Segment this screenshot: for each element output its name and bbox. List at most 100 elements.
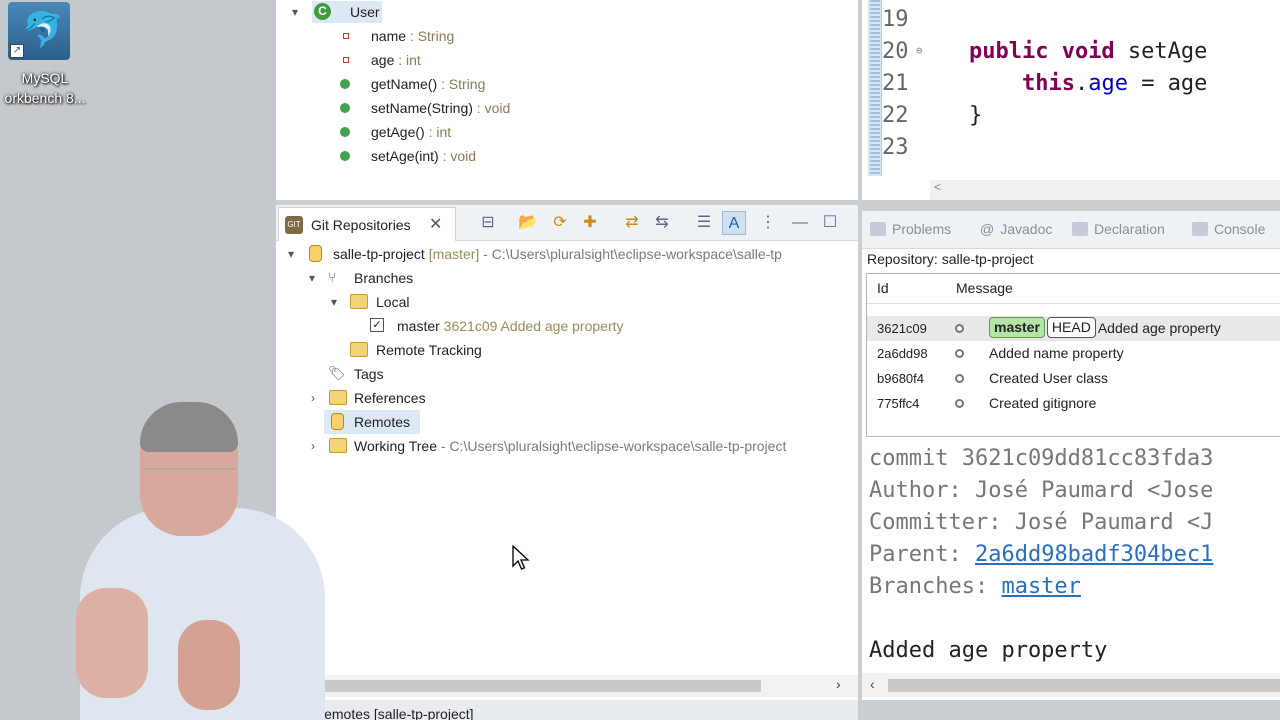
repo-path: - C:\Users\pluralsight\eclipse-workspace…: [479, 246, 782, 262]
column-header-message[interactable]: Message: [956, 280, 1013, 296]
link-with-selection-icon[interactable]: ⇆: [650, 211, 674, 235]
outline-member[interactable]: getName() : String: [276, 72, 576, 96]
scrollbar-thumb[interactable]: [316, 680, 761, 692]
outline-member[interactable]: getAge() : int: [276, 120, 576, 144]
local-node[interactable]: ▾ Local: [276, 290, 576, 314]
parent-commit-link[interactable]: 2a6dd98badf304bec1: [975, 542, 1213, 567]
close-icon[interactable]: ✕: [429, 214, 442, 234]
tab-git-repositories[interactable]: GIT Git Repositories ✕: [278, 207, 456, 241]
outline-member[interactable]: age : int: [276, 48, 576, 72]
git-view-toolbar: GIT Git Repositories ✕ ⊟ 📂 ⟳ ✚ ⇄ ⇆ ☰ A ⋮…: [276, 205, 858, 241]
branches-label: Branches: [354, 270, 414, 286]
tab-label: Javadoc: [1000, 221, 1053, 237]
line-number: 19: [882, 7, 909, 32]
tab-console[interactable]: Console: [1192, 221, 1265, 237]
code-line[interactable]: 20 ⊖ public void setAge: [882, 36, 1207, 68]
editor-horizontal-scrollbar[interactable]: <: [930, 180, 1280, 200]
commit-id: 3621c09: [877, 321, 927, 336]
code-text: }: [916, 103, 983, 128]
outline-view: ▾ C User name : String age : int getName…: [276, 0, 858, 200]
commit-hash-line: commit 3621c09dd81cc83fda3: [869, 446, 1214, 471]
table-row[interactable]: 775ffc4 Created gitignore: [867, 391, 1280, 416]
column-header-id[interactable]: Id: [877, 280, 889, 296]
refresh-icon[interactable]: ⇄: [620, 211, 644, 235]
chevron-down-icon[interactable]: ▾: [331, 290, 345, 314]
outline-class-row[interactable]: ▾ C User: [276, 0, 476, 24]
committer-line: Committer: José Paumard <J: [869, 510, 1214, 535]
member-type: : void: [472, 100, 511, 116]
git-view-horizontal-scrollbar[interactable]: ›: [276, 675, 858, 697]
master-name: master: [397, 318, 440, 334]
desktop-icon-label-line2: orkbench 8...: [4, 90, 86, 106]
code-line[interactable]: 23: [882, 132, 916, 164]
outline-member[interactable]: setAge(int) : void: [276, 144, 576, 168]
private-field-icon: [343, 33, 349, 39]
repository-icon: [309, 245, 322, 262]
details-horizontal-scrollbar[interactable]: ‹: [862, 673, 1280, 697]
member-name: setName(String): [371, 100, 473, 116]
status-bar: Remotes [salle-tp-project]: [276, 700, 858, 720]
code-line[interactable]: 21 this.age = age: [882, 68, 1207, 100]
remotes-node[interactable]: Remotes: [324, 410, 420, 434]
tag-icon: 🏷: [328, 365, 346, 381]
remotes-icon: [331, 413, 344, 430]
hierarchical-layout-icon[interactable]: ☰: [692, 211, 716, 235]
add-repository-icon[interactable]: 📂: [516, 211, 540, 235]
chevron-down-icon[interactable]: ▾: [288, 242, 302, 266]
tab-javadoc[interactable]: @ Javadoc: [980, 221, 1052, 237]
repo-name: salle-tp-project: [333, 246, 425, 262]
tab-problems[interactable]: Problems: [870, 221, 951, 237]
clone-repository-icon[interactable]: ⟳: [548, 211, 572, 235]
branches-label: Branches:: [869, 574, 1002, 599]
maximize-icon[interactable]: ☐: [818, 211, 842, 235]
branches-line: Branches: master: [869, 571, 1081, 603]
member-name: age: [371, 52, 395, 68]
outline-member[interactable]: setName(String) : void: [276, 96, 576, 120]
scrollbar-thumb[interactable]: [888, 679, 1280, 692]
master-detail: 3621c09 Added age property: [439, 318, 624, 334]
scroll-right-icon[interactable]: ›: [836, 676, 841, 692]
commit-message-detail: Added age property: [869, 638, 1108, 663]
code-line[interactable]: 22 }: [882, 100, 982, 132]
master-branch-node[interactable]: ✓ master 3621c09 Added age property: [276, 314, 676, 338]
references-label: References: [354, 390, 426, 406]
commit-message: Added name property: [989, 345, 1124, 361]
fold-icon[interactable]: ⊖: [916, 35, 923, 67]
collapse-all-icon[interactable]: ⊟: [476, 211, 500, 235]
chevron-down-icon[interactable]: ▾: [292, 0, 298, 24]
repo-node[interactable]: ▾ salle-tp-project [master] - C:\Users\p…: [276, 242, 858, 266]
local-label: Local: [376, 294, 410, 310]
git-repositories-view: GIT Git Repositories ✕ ⊟ 📂 ⟳ ✚ ⇄ ⇆ ☰ A ⋮…: [276, 204, 858, 700]
line-number: 21: [882, 71, 909, 96]
code-line[interactable]: 19: [882, 4, 916, 36]
scroll-left-icon[interactable]: <: [934, 180, 941, 194]
working-tree-label: Working Tree - C:\Users\pluralsight\ecli…: [354, 434, 786, 458]
show-references-icon[interactable]: A: [722, 211, 746, 235]
table-row[interactable]: 3621c09 master HEAD Added age property: [867, 316, 1280, 341]
working-tree-node[interactable]: › Working Tree - C:\Users\pluralsight\ec…: [276, 434, 858, 458]
member-type: : String: [406, 28, 455, 44]
chevron-down-icon[interactable]: ▾: [309, 266, 323, 290]
table-row[interactable]: 2a6dd98 Added name property: [867, 341, 1280, 366]
branches-node[interactable]: ▾ ⑂ Branches: [276, 266, 576, 290]
folder-icon: [350, 294, 368, 309]
tab-label: Declaration: [1094, 221, 1165, 237]
scroll-left-icon[interactable]: ‹: [870, 676, 875, 692]
commit-node-icon: [955, 349, 964, 358]
commit-id: b9680f4: [877, 371, 924, 386]
branches-icon: ⑂: [328, 269, 337, 285]
commit-message: Added age property: [1097, 320, 1221, 336]
branch-link[interactable]: master: [1001, 574, 1080, 599]
table-row[interactable]: b9680f4 Created User class: [867, 366, 1280, 391]
view-menu-icon[interactable]: ⋮: [756, 211, 780, 235]
code-editor[interactable]: 19 20 ⊖ public void setAge 21 this.age = …: [862, 0, 1280, 200]
minimize-icon[interactable]: —: [788, 211, 812, 235]
class-icon: C: [314, 3, 331, 20]
member-name: name: [371, 28, 407, 44]
remote-tracking-node[interactable]: Remote Tracking: [276, 338, 576, 362]
create-repository-icon[interactable]: ✚: [578, 211, 602, 235]
mysql-workbench-desktop-icon[interactable]: 🐬 ↗ MySQL orkbench 8...: [0, 0, 95, 110]
tab-declaration[interactable]: Declaration: [1072, 221, 1165, 237]
outline-member[interactable]: name : String: [276, 24, 576, 48]
tags-node[interactable]: 🏷 Tags: [276, 362, 576, 386]
